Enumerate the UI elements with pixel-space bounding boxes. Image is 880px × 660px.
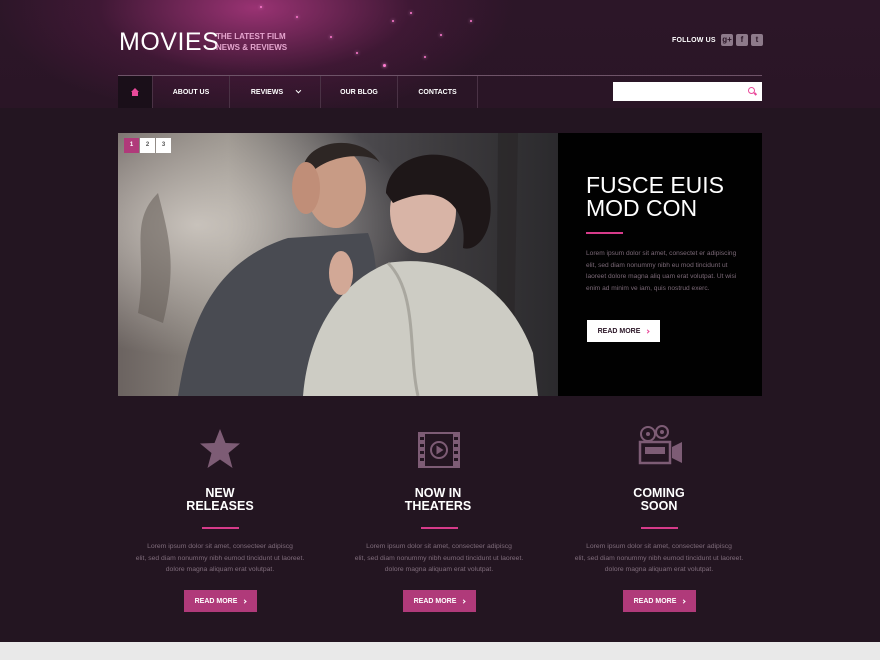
nav-home[interactable] [118,76,153,108]
button-label: READ MORE [413,597,457,605]
search-input[interactable] [613,82,762,101]
couple-photo [118,133,558,396]
facebook-icon[interactable]: f [736,34,748,46]
button-label: READ MORE [597,327,641,335]
feature-divider [202,527,239,529]
sparkle [260,6,262,8]
slider-page-3[interactable]: 3 [156,138,171,153]
hero-title-line2: MOD CON [586,195,698,221]
feature-text-line: Lorem ipsum dolor sit amet, consecteer a… [147,543,293,550]
site-tagline: THE LATEST FILM NEWS & REVIEWS [216,31,287,53]
feature-divider [421,527,458,529]
nav-item-contacts[interactable]: CONTACTS [398,76,478,108]
new-releases-read-more-button[interactable]: READ MORE [184,590,257,612]
tagline-line2: NEWS & REVIEWS [216,43,288,52]
chevron-down-icon [295,87,302,94]
feature-text: Lorem ipsum dolor sit amet, consecteer a… [339,541,539,576]
hero-text: Lorem ipsum dolor sit amet, consectet er… [586,250,737,292]
nav-item-our-blog[interactable]: OUR BLOG [321,76,398,108]
slider-page-1[interactable]: 1 [124,138,139,153]
nav-item-label: CONTACTS [418,88,457,96]
feature-title: NEW RELEASES [140,487,300,513]
feature-text: Lorem ipsum dolor sit amet, consecteer a… [120,541,320,576]
feature-title-line2: THEATERS [404,499,472,513]
feature-title-line2: RELEASES [186,499,254,513]
now-in-theaters-read-more-button[interactable]: READ MORE [403,590,476,612]
main-nav: ABOUT US REVIEWS OUR BLOG CONTACTS [118,76,478,108]
star-icon [200,429,240,468]
feature-title: NOW IN THEATERS [358,487,518,513]
feature-text-line: dolore magna aliquam erat volutpat. [604,566,714,573]
chevron-right-icon [461,598,467,604]
sparkle [392,20,394,22]
google-plus-icon[interactable]: g+ [721,34,733,46]
page: MOVIES THE LATEST FILM NEWS & REVIEWS FO… [0,0,880,642]
coming-soon-read-more-button[interactable]: READ MORE [623,590,696,612]
button-label: READ MORE [194,597,238,605]
twitter-icon[interactable]: t [751,34,763,46]
hero-read-more-button[interactable]: READ MORE [587,320,660,342]
chevron-right-icon [242,598,248,604]
feature-title-line2: SOON [640,499,678,513]
site-logo[interactable]: MOVIES [119,28,219,57]
chevron-right-icon [681,598,687,604]
feature-text-line: Lorem ipsum dolor sit amet, consecteer a… [366,543,512,550]
follow-us-label: FOLLOW US [672,37,716,44]
slider-page-2[interactable]: 2 [140,138,155,153]
feature-text-line: elit, sed diam nonummy nibh eumod tincid… [354,554,524,562]
search-icon[interactable] [748,87,755,94]
feature-text-line: dolore magna aliquam erat volutpat. [384,566,494,573]
feature-text-line: dolore magna aliquam erat volutpat. [165,566,275,573]
feature-text: Lorem ipsum dolor sit amet, consecteer a… [559,541,759,576]
feature-divider [641,527,678,529]
chevron-right-icon [645,328,651,334]
button-label: READ MORE [633,597,677,605]
sparkle [383,64,386,67]
sparkle [440,34,442,36]
nav-item-about-us[interactable]: ABOUT US [153,76,230,108]
sparkle [330,36,332,38]
feature-text-line: elit, sed diam nonummy nibh eumod tincid… [135,554,305,562]
film-play-icon [418,432,460,468]
sparkle [356,52,358,54]
feature-text-line: elit, sed diam nonummy nibh eumod tincid… [574,554,744,562]
sparkle [470,20,472,22]
sparkle [424,56,426,58]
home-icon [131,88,139,96]
hero-title: FUSCE EUIS MOD CON [586,174,756,220]
hero-divider [586,232,623,234]
nav-item-label: OUR BLOG [340,88,378,96]
feature-text-line: Lorem ipsum dolor sit amet, consecteer a… [586,543,732,550]
nav-item-reviews[interactable]: REVIEWS [230,76,321,108]
movie-camera-icon [638,425,682,465]
sparkle [296,16,298,18]
nav-item-label: ABOUT US [172,88,210,96]
header: MOVIES THE LATEST FILM NEWS & REVIEWS FO… [0,0,880,108]
nav-item-label: REVIEWS [250,88,284,96]
hero-title-line1: FUSCE EUIS [586,172,725,198]
sparkle [410,12,412,14]
tagline-line1: THE LATEST FILM [216,32,286,41]
feature-title: COMING SOON [579,487,739,513]
hero-slide-image [118,133,558,396]
